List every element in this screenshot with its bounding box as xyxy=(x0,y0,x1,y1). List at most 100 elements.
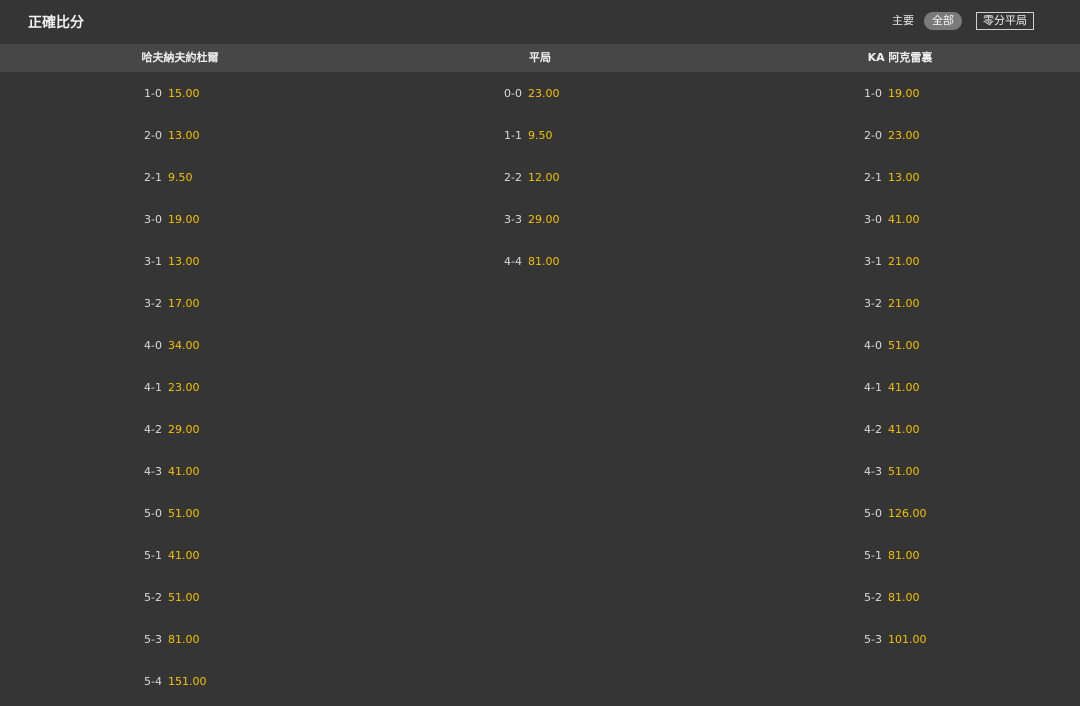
odds-text: 13.00 xyxy=(888,170,920,184)
score-odds-inner: 5-0 126.00 xyxy=(864,507,936,520)
score-odds-inner: 5-2 81.00 xyxy=(864,591,936,604)
score-odds-item[interactable]: 2-2 12.00 xyxy=(360,156,720,198)
score-odds-item[interactable]: 5-3 101.00 xyxy=(720,618,1080,660)
header-away: KA 阿克雷裏 xyxy=(867,51,933,64)
score-odds-item[interactable]: 4-3 51.00 xyxy=(720,450,1080,492)
score-odds-item[interactable]: 3-0 41.00 xyxy=(720,198,1080,240)
odds-text: 41.00 xyxy=(888,212,920,226)
score-odds-item[interactable]: 5-0 51.00 xyxy=(0,492,360,534)
score-odds-item[interactable]: 2-0 23.00 xyxy=(720,114,1080,156)
score-odds-inner: 3-0 19.00 xyxy=(144,213,216,226)
odds-text: 9.50 xyxy=(168,170,193,184)
score-odds-inner: 5-2 51.00 xyxy=(144,591,216,604)
score-text: 4-1 xyxy=(144,380,162,394)
odds-text: 23.00 xyxy=(888,128,920,142)
score-odds-item[interactable]: 5-2 81.00 xyxy=(720,576,1080,618)
score-text: 2-1 xyxy=(864,170,882,184)
score-text: 1-0 xyxy=(144,86,162,100)
score-text: 0-0 xyxy=(504,86,522,100)
score-odds-item[interactable]: 1-0 15.00 xyxy=(0,72,360,114)
score-odds-item[interactable]: 3-1 13.00 xyxy=(0,240,360,282)
score-odds-inner: 4-3 51.00 xyxy=(864,465,936,478)
odds-text: 41.00 xyxy=(168,464,200,478)
odds-text: 29.00 xyxy=(168,422,200,436)
score-odds-inner: 4-1 41.00 xyxy=(864,381,936,394)
score-text: 5-2 xyxy=(144,590,162,604)
odds-text: 12.00 xyxy=(528,170,560,184)
score-odds-item[interactable]: 4-0 51.00 xyxy=(720,324,1080,366)
score-text: 2-1 xyxy=(144,170,162,184)
odds-text: 151.00 xyxy=(168,674,207,688)
score-text: 2-0 xyxy=(144,128,162,142)
score-odds-item[interactable]: 4-2 41.00 xyxy=(720,408,1080,450)
score-odds-item[interactable]: 1-0 19.00 xyxy=(720,72,1080,114)
score-text: 3-1 xyxy=(864,254,882,268)
odds-text: 51.00 xyxy=(168,590,200,604)
score-odds-item[interactable]: 4-3 41.00 xyxy=(0,450,360,492)
score-odds-item[interactable]: 4-2 29.00 xyxy=(0,408,360,450)
score-odds-item[interactable]: 2-1 9.50 xyxy=(0,156,360,198)
score-odds-item[interactable]: 0-0 23.00 xyxy=(360,72,720,114)
header-draw: 平局 xyxy=(529,51,551,64)
odds-text: 13.00 xyxy=(168,254,200,268)
score-odds-item[interactable]: 4-1 41.00 xyxy=(720,366,1080,408)
score-odds-item[interactable]: 4-0 34.00 xyxy=(0,324,360,366)
odds-text: 41.00 xyxy=(888,422,920,436)
score-odds-item[interactable]: 5-4 151.00 xyxy=(0,660,360,702)
score-odds-item[interactable]: 5-3 81.00 xyxy=(0,618,360,660)
score-odds-inner: 2-2 12.00 xyxy=(504,171,576,184)
score-text: 2-0 xyxy=(864,128,882,142)
score-odds-item[interactable]: 3-3 29.00 xyxy=(360,198,720,240)
score-text: 3-0 xyxy=(864,212,882,226)
score-odds-item[interactable]: 4-4 81.00 xyxy=(360,240,720,282)
filter-option-zero-draw[interactable]: 零分平局 xyxy=(976,12,1034,30)
score-text: 4-0 xyxy=(864,338,882,352)
score-odds-inner: 5-4 151.00 xyxy=(144,675,216,688)
score-odds-item[interactable]: 5-1 81.00 xyxy=(720,534,1080,576)
score-text: 5-1 xyxy=(864,548,882,562)
score-odds-inner: 0-0 23.00 xyxy=(504,87,576,100)
odds-text: 41.00 xyxy=(168,548,200,562)
score-text: 5-2 xyxy=(864,590,882,604)
score-odds-inner: 3-3 29.00 xyxy=(504,213,576,226)
score-odds-inner: 2-1 9.50 xyxy=(144,171,216,184)
odds-text: 81.00 xyxy=(888,548,920,562)
score-odds-inner: 5-1 81.00 xyxy=(864,549,936,562)
score-odds-item[interactable]: 2-0 13.00 xyxy=(0,114,360,156)
odds-text: 17.00 xyxy=(168,296,200,310)
column-home: 1-0 15.00 2-0 13.00 2-1 9.50 3-0 19.00 3-1 13.00 3… xyxy=(0,72,360,702)
score-odds-inner: 3-2 17.00 xyxy=(144,297,216,310)
score-odds-inner: 3-0 41.00 xyxy=(864,213,936,226)
odds-text: 29.00 xyxy=(528,212,560,226)
score-odds-inner: 4-4 81.00 xyxy=(504,255,576,268)
score-text: 4-0 xyxy=(144,338,162,352)
score-odds-item[interactable]: 5-2 51.00 xyxy=(0,576,360,618)
score-odds-item[interactable]: 3-2 17.00 xyxy=(0,282,360,324)
score-odds-inner: 4-0 34.00 xyxy=(144,339,216,352)
score-odds-inner: 4-1 23.00 xyxy=(144,381,216,394)
score-odds-inner: 2-1 13.00 xyxy=(864,171,936,184)
score-odds-inner: 1-0 19.00 xyxy=(864,87,936,100)
score-odds-inner: 5-0 51.00 xyxy=(144,507,216,520)
odds-text: 34.00 xyxy=(168,338,200,352)
score-odds-item[interactable]: 3-2 21.00 xyxy=(720,282,1080,324)
score-odds-item[interactable]: 2-1 13.00 xyxy=(720,156,1080,198)
score-text: 4-3 xyxy=(144,464,162,478)
score-odds-item[interactable]: 4-1 23.00 xyxy=(0,366,360,408)
score-odds-inner: 2-0 23.00 xyxy=(864,129,936,142)
score-text: 4-4 xyxy=(504,254,522,268)
score-odds-inner: 4-2 29.00 xyxy=(144,423,216,436)
odds-text: 126.00 xyxy=(888,506,927,520)
column-draw: 0-0 23.00 1-1 9.50 2-2 12.00 3-3 29.00 4-4 81.00 xyxy=(360,72,720,282)
score-odds-item[interactable]: 3-1 21.00 xyxy=(720,240,1080,282)
score-odds-item[interactable]: 5-0 126.00 xyxy=(720,492,1080,534)
score-odds-item[interactable]: 1-1 9.50 xyxy=(360,114,720,156)
filter-option-all[interactable]: 全部 xyxy=(924,12,962,30)
filter-label-main: 主要 xyxy=(892,14,914,27)
score-odds-item[interactable]: 5-1 41.00 xyxy=(0,534,360,576)
score-odds-inner: 5-3 101.00 xyxy=(864,633,936,646)
score-text: 1-1 xyxy=(504,128,522,142)
score-odds-item[interactable]: 3-0 19.00 xyxy=(0,198,360,240)
score-text: 4-3 xyxy=(864,464,882,478)
odds-text: 81.00 xyxy=(168,632,200,646)
